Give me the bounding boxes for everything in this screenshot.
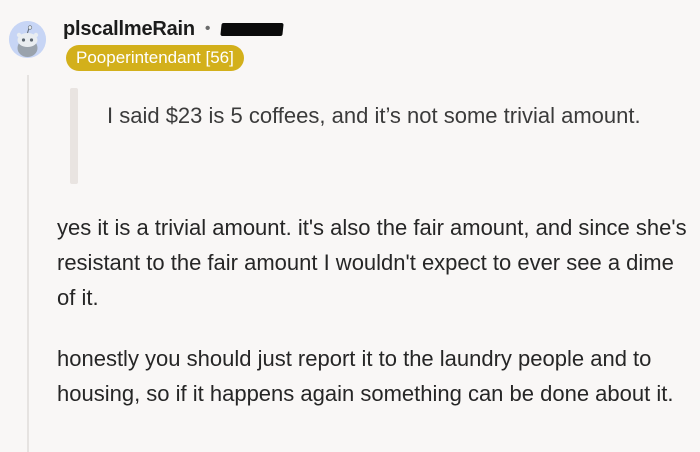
comment-paragraph: yes it is a trivial amount. it's also th… — [57, 215, 687, 310]
user-flair-badge: Pooperintendant [56] — [66, 45, 244, 71]
comment-header: plscallmeRain • — [63, 14, 284, 44]
username-link[interactable]: plscallmeRain — [63, 18, 195, 41]
avatar[interactable] — [9, 21, 46, 58]
separator-dot: • — [204, 20, 211, 37]
comment-container: plscallmeRain • Pooperintendant [56] I s… — [0, 0, 700, 452]
snoo-avatar-icon — [9, 21, 46, 58]
thread-line[interactable] — [27, 75, 29, 452]
redacted-timestamp — [219, 22, 284, 36]
blockquote-bar — [70, 88, 78, 184]
comment-paragraph: honestly you should just report it to th… — [57, 346, 674, 406]
blockquote-text: I said $23 is 5 coffees, and it’s not so… — [107, 103, 641, 128]
